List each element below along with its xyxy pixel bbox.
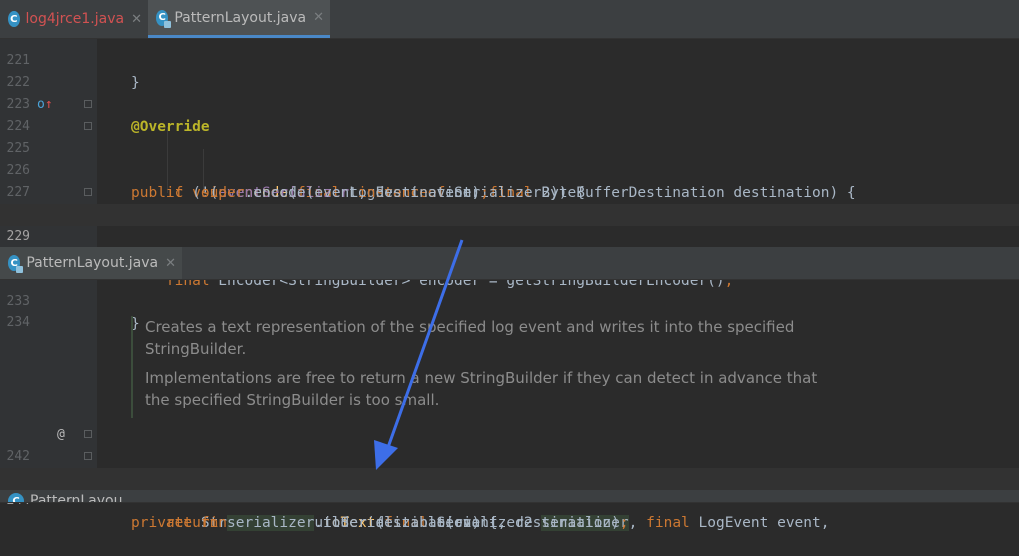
code-line: 242 @ private StringBuilder toText(final… xyxy=(0,424,1019,531)
code-line-current: 244 return serializer.toSerializable(eve… xyxy=(0,468,1019,531)
code-line: 234 xyxy=(0,290,1019,330)
fold-marker-icon[interactable] xyxy=(84,122,92,130)
code-line: 225 if (!(eventSerializer instanceof Ser… xyxy=(0,116,1019,201)
fold-marker-icon[interactable] xyxy=(84,430,92,438)
javadoc-paragraph: Creates a text representation of the spe… xyxy=(145,318,795,358)
java-class-icon: C xyxy=(8,11,20,27)
java-class-icon: C xyxy=(156,9,172,28)
code-text: return serializer.toSerializable(event, … xyxy=(165,515,629,531)
overrides-method-icon[interactable]: o↑ xyxy=(37,94,53,116)
bottom-tab-bar: C PatternLayou... xyxy=(0,490,1019,503)
tab-patternlayout-bottom[interactable]: C PatternLayou... xyxy=(0,490,170,502)
code-line: 224 o↑ public void encode(final LogEvent… xyxy=(0,94,1019,201)
javadoc-block: Creates a text representation of the spe… xyxy=(131,316,845,418)
fold-marker-icon[interactable] xyxy=(84,100,92,108)
code-line: 230 final Encoder<StringBuilder> encoder… xyxy=(0,226,1019,289)
fold-marker-icon[interactable] xyxy=(84,452,92,460)
at-annotation-icon[interactable]: @ xyxy=(57,424,65,446)
code-line: 228 } xyxy=(0,182,1019,267)
tab-label: PatternLayout.java xyxy=(174,9,307,26)
line-number: 234 xyxy=(6,315,30,330)
code-editor-top[interactable]: 221 } 222 223 @Override 224 o↑ public vo… xyxy=(0,39,1019,289)
code-line: 233 } xyxy=(0,269,1019,332)
code-line: 226 super.encode(event, destination); xyxy=(0,138,1019,201)
code-line: 223 @Override xyxy=(0,72,1019,135)
javadoc-paragraph: Implementations are free to return a new… xyxy=(145,369,818,409)
code-line: 222 xyxy=(0,50,1019,90)
tab-label: log4jrce1.java xyxy=(25,11,125,27)
close-icon[interactable]: ✕ xyxy=(131,12,142,27)
code-line: 227 return; xyxy=(0,160,1019,223)
close-icon[interactable]: ✕ xyxy=(313,10,324,25)
code-line: 243 final StringBuilder destination) { xyxy=(0,446,1019,531)
fold-marker-icon[interactable] xyxy=(84,188,92,196)
code-line-current: 229 final StringBuilder text = toText((S… xyxy=(0,204,1019,267)
code-line: 221 } xyxy=(0,28,1019,91)
